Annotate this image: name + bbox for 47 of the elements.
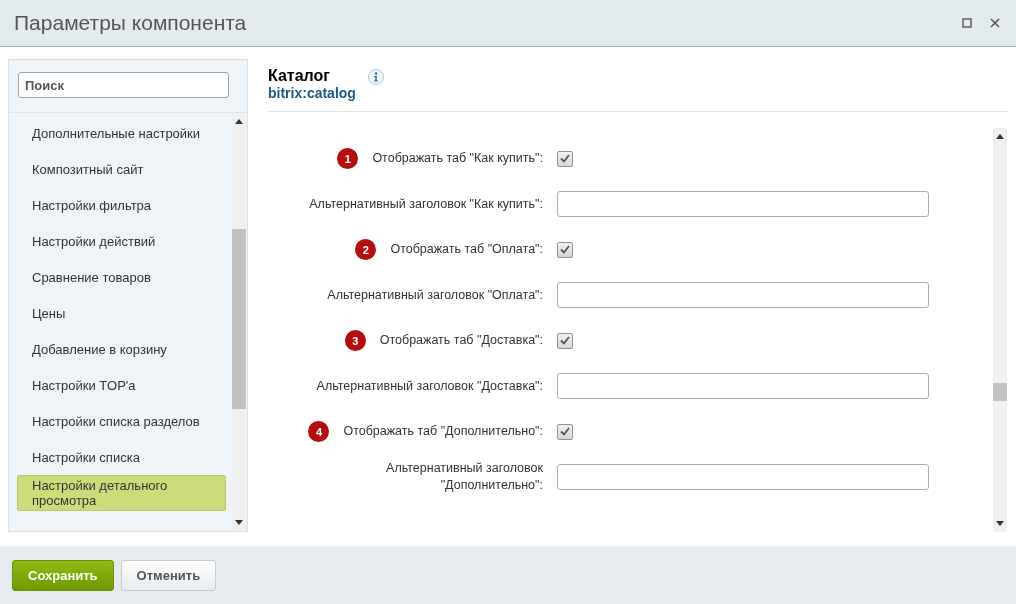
input-field[interactable]	[557, 373, 929, 400]
checkbox[interactable]	[557, 332, 573, 349]
component-code: bitrix:catalog	[268, 85, 356, 101]
scrollbar-thumb[interactable]	[232, 229, 246, 409]
field-label: Отображать таб "Оплата":	[390, 241, 543, 259]
checkbox[interactable]	[557, 241, 573, 258]
sidebar-item[interactable]: Настройки списка разделов	[17, 403, 226, 439]
sidebar-item[interactable]: Настройки детального просмотра	[17, 475, 226, 511]
number-badge: 2	[355, 239, 377, 261]
info-icon[interactable]	[367, 69, 384, 85]
search-field[interactable]: Поиск	[18, 72, 229, 98]
field-label: Отображать таб "Как купить":	[372, 150, 543, 168]
field-label: Альтернативный заголовок "Доставка":	[316, 377, 543, 395]
scrollbar[interactable]	[232, 113, 246, 531]
field-label: Альтернативный заголовок "Дополнительно":	[385, 460, 543, 495]
sidebar-item[interactable]: Цены	[17, 295, 226, 331]
field-label: Отображать таб "Доставка":	[379, 332, 543, 350]
cancel-button[interactable]: Отменить	[120, 559, 217, 591]
input-field[interactable]	[557, 191, 929, 218]
field-label: Альтернативный заголовок "Как купить":	[309, 195, 543, 213]
close-button[interactable]	[988, 16, 1002, 30]
number-badge: 1	[337, 148, 359, 170]
sidebar-item[interactable]: Сравнение товаров	[17, 259, 226, 295]
field-label: Альтернативный заголовок "Оплата":	[327, 286, 543, 304]
sidebar-item[interactable]: Композитный сайт	[17, 151, 226, 187]
field-label: Отображать таб "Дополнительно":	[343, 423, 543, 441]
checkbox[interactable]	[557, 150, 573, 167]
sidebar-item[interactable]: Настройки списка	[17, 439, 226, 475]
scroll-down-icon[interactable]	[235, 520, 243, 525]
number-badge: 4	[308, 421, 330, 443]
checkbox[interactable]	[557, 423, 573, 440]
scroll-down-icon[interactable]	[996, 521, 1004, 526]
sidebar-item[interactable]: Добавление в корзину	[17, 331, 226, 367]
sidebar-item[interactable]: Настройки действий	[17, 223, 226, 259]
scroll-up-icon[interactable]	[996, 134, 1004, 139]
number-badge: 3	[344, 330, 366, 352]
sidebar-item[interactable]: Дополнительные настройки	[17, 115, 226, 151]
maximize-button[interactable]	[960, 16, 974, 30]
scrollbar-thumb[interactable]	[993, 383, 1007, 401]
scroll-up-icon[interactable]	[235, 119, 243, 124]
window-title: Параметры компонента	[14, 11, 248, 35]
input-field[interactable]	[557, 282, 929, 309]
scrollbar[interactable]	[993, 128, 1007, 532]
sidebar-item[interactable]: Настройки фильтра	[17, 187, 226, 223]
sidebar-item[interactable]: Настройки TOP'a	[17, 367, 226, 403]
input-field[interactable]	[557, 464, 929, 491]
component-title: Каталог	[268, 67, 331, 85]
